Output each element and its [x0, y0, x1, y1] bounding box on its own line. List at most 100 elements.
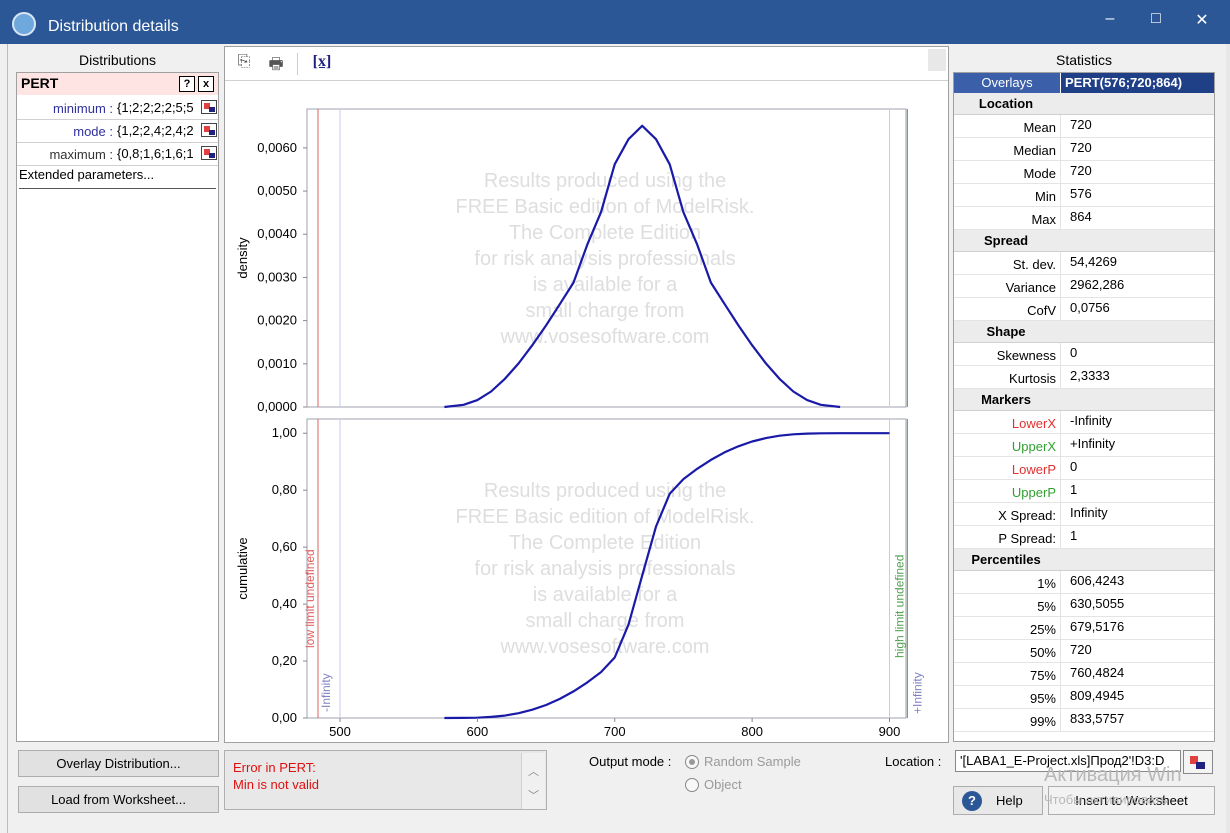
param-value[interactable]: {1,2;2,4;2,4;2 — [117, 123, 203, 138]
watermark-line: is available for a — [533, 274, 678, 296]
param-label: mode : — [73, 124, 113, 139]
stats-row: 25% 679,5176 — [954, 617, 1214, 640]
copy-icon[interactable]: ⎘ — [233, 53, 255, 73]
stats-row: 5% 630,5055 — [954, 594, 1214, 617]
stats-row: UpperP 1 — [954, 480, 1214, 503]
background-app-edge-right — [1226, 44, 1230, 833]
watermark-line: is available for a — [533, 584, 678, 606]
watermark-line: The Complete Edition — [509, 222, 701, 244]
maximize-button[interactable]: □ — [1138, 10, 1174, 30]
error-message-box: Error in PERT: Min is not valid ︿ ﹀ — [224, 750, 547, 810]
scroll-up-icon[interactable]: ︿ — [528, 763, 539, 779]
stats-row: 99% 833,5757 — [954, 709, 1214, 732]
stats-value: 2,3333 — [1070, 368, 1110, 383]
stats-col-divider — [1060, 503, 1061, 526]
stats-row: P Spread: 1 — [954, 526, 1214, 549]
radio-dot — [689, 759, 695, 765]
y-tick-label: 0,40 — [272, 596, 297, 611]
stats-col-divider — [1060, 366, 1061, 389]
y-tick-label: 0,80 — [272, 482, 297, 497]
object-radio[interactable] — [685, 778, 699, 792]
distribution-header[interactable]: PERT ? x — [17, 73, 218, 95]
scroll-down-icon[interactable]: ﹀ — [528, 787, 539, 803]
stats-key: LowerP — [1011, 462, 1056, 477]
stats-row: LowerP 0 — [954, 457, 1214, 480]
stats-row: UpperX +Infinity — [954, 434, 1214, 457]
stats-value: 630,5055 — [1070, 596, 1125, 611]
stats-col-divider — [1060, 184, 1061, 207]
stats-col-divider — [1060, 275, 1061, 298]
stats-value: 720 — [1070, 117, 1092, 132]
error-scrollbar[interactable]: ︿ ﹀ — [521, 753, 545, 809]
stats-value: 833,5757 — [1070, 711, 1125, 726]
help-icon[interactable]: ? — [179, 76, 195, 92]
window-title: Distribution details — [48, 18, 179, 35]
stats-row: Median 720 — [954, 138, 1214, 161]
y-axis-label: density — [235, 237, 250, 279]
minimize-button[interactable]: – — [1092, 10, 1128, 30]
stats-key: Median — [1013, 143, 1056, 158]
print-icon[interactable]: 🖶 — [265, 53, 287, 73]
error-line-2: Min is not valid — [233, 777, 319, 792]
stats-col-divider — [1060, 526, 1061, 549]
stats-section-header: Location — [954, 93, 1214, 115]
stats-row: X Spread: Infinity — [954, 503, 1214, 526]
stats-key: Min — [1035, 189, 1056, 204]
title-bar: Distribution details – □ ✕ — [0, 0, 1230, 44]
stats-row: Kurtosis 2,3333 — [954, 366, 1214, 389]
stats-row: Mean 720 — [954, 115, 1214, 138]
toolbar-divider — [297, 53, 298, 75]
select-range-button[interactable] — [1183, 750, 1213, 774]
overlays-value: PERT(576;720;864) — [1061, 73, 1214, 93]
stats-row: Max 864 — [954, 207, 1214, 230]
remove-distribution-icon[interactable]: x — [198, 76, 214, 92]
stats-key: Max — [1031, 212, 1056, 227]
random-sample-radio[interactable] — [685, 755, 699, 769]
cell-ref-icon[interactable] — [201, 146, 217, 160]
y-tick-label: 0,20 — [272, 653, 297, 668]
formula-icon[interactable]: [x] — [311, 53, 333, 73]
stats-row: Variance 2962,286 — [954, 275, 1214, 298]
y-tick-label: 1,00 — [272, 425, 297, 440]
stats-value: 0 — [1070, 345, 1078, 360]
close-button[interactable]: ✕ — [1184, 10, 1220, 30]
location-label: Location : — [885, 754, 942, 769]
chart-panel: ⎘ 🖶 [x] Results produced using the FREE B… — [224, 46, 949, 743]
param-value[interactable]: {1;2;2;2;2;5;5 — [117, 100, 203, 115]
stats-key: St. dev. — [1012, 257, 1056, 272]
load-from-worksheet-button[interactable]: Load from Worksheet... — [18, 786, 219, 813]
stats-value: 809,4945 — [1070, 688, 1125, 703]
param-row-mode[interactable]: mode : {1,2;2,4;2,4;2 — [17, 120, 218, 143]
stats-col-divider — [1060, 343, 1061, 366]
error-line-1: Error in PERT: — [233, 760, 316, 775]
stats-section-header: Percentiles — [954, 549, 1214, 571]
statistics-table: Overlays PERT(576;720;864) Location Mean 7… — [953, 72, 1215, 742]
object-label[interactable]: Object — [704, 777, 742, 792]
overlays-row[interactable]: Overlays PERT(576;720;864) — [954, 73, 1214, 93]
random-sample-label[interactable]: Random Sample — [704, 754, 801, 769]
overlay-distribution-button[interactable]: Overlay Distribution... — [18, 750, 219, 777]
watermark-line: www.vosesoftware.com — [500, 636, 710, 658]
param-value[interactable]: {0,8;1,6;1,6;1 — [117, 146, 203, 161]
y-tick-label: 0,0010 — [257, 356, 297, 371]
y-tick-label: 0,60 — [272, 539, 297, 554]
stats-col-divider — [1060, 207, 1061, 230]
stats-section-title: Percentiles — [971, 552, 1041, 567]
stats-value: 0,0756 — [1070, 300, 1110, 315]
help-button-label: Help — [996, 793, 1023, 808]
distribution-name: PERT — [21, 75, 59, 91]
stats-row: 75% 760,4824 — [954, 663, 1214, 686]
stats-key: 75% — [1029, 668, 1056, 683]
param-row-maximum[interactable]: maximum : {0,8;1,6;1,6;1 — [17, 143, 218, 166]
extended-parameters-link[interactable]: Extended parameters... — [19, 167, 216, 189]
stats-section-header: Shape — [954, 321, 1214, 343]
y-tick-label: 0,0030 — [257, 269, 297, 284]
param-row-minimum[interactable]: minimum : {1;2;2;2;2;5;5 — [17, 97, 218, 120]
cell-ref-icon[interactable] — [201, 123, 217, 137]
toolbar-scroll[interactable] — [928, 49, 946, 71]
cell-ref-icon[interactable] — [201, 100, 217, 114]
watermark-line: for risk analysis professionals — [474, 558, 735, 580]
help-button[interactable]: ? Help — [953, 786, 1043, 815]
stats-key: Kurtosis — [1009, 371, 1056, 386]
stats-key: Mode — [1023, 166, 1056, 181]
